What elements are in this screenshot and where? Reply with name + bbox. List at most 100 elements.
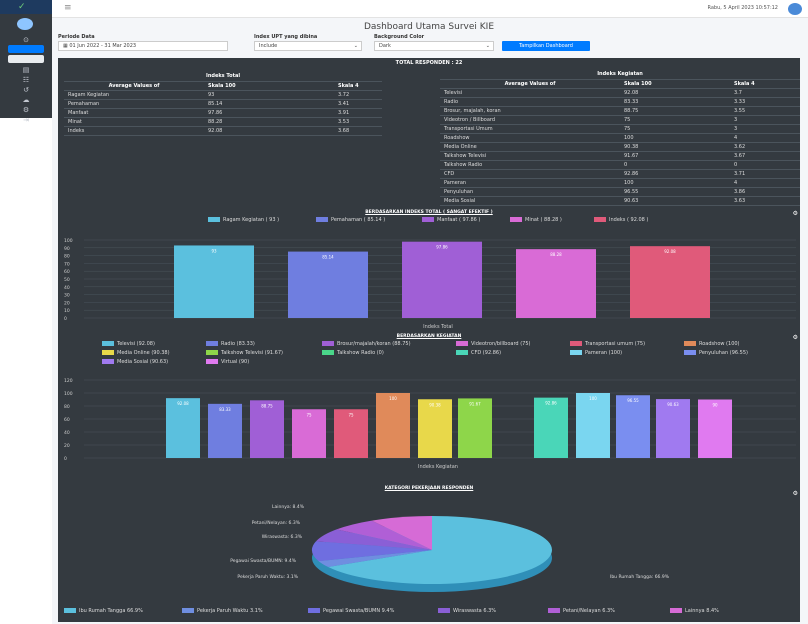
legend-item[interactable]: Indeks ( 92.08 ): [594, 217, 648, 223]
legend-swatch: [322, 350, 334, 355]
table-cell: 3.67: [730, 151, 800, 161]
cloud-icon[interactable]: ☁: [20, 96, 32, 104]
legend-label: Manfaat ( 97.86 ): [437, 217, 481, 223]
legend-item[interactable]: Lainnya 8.4%: [670, 608, 719, 614]
legend-item[interactable]: Media Sosial (90.63): [102, 359, 168, 365]
legend-item[interactable]: Pemahaman ( 85.14 ): [316, 217, 385, 223]
table-row: Pameran 100 4: [440, 178, 800, 188]
bg-color-select[interactable]: Dark ⌄: [374, 41, 494, 51]
bar[interactable]: [174, 245, 254, 318]
bar[interactable]: [458, 398, 492, 458]
bar[interactable]: [516, 249, 596, 318]
settings-icon[interactable]: ⚙: [20, 106, 32, 114]
bar[interactable]: [402, 241, 482, 318]
legend-swatch: [102, 350, 114, 355]
table-cell: 83.33: [620, 97, 730, 107]
bg-label: Background Color: [374, 34, 425, 40]
legend-swatch: [64, 608, 76, 613]
y-tick-label: 120: [64, 378, 73, 384]
upt-select[interactable]: Include ⌄: [254, 41, 362, 51]
link-icon[interactable]: ↺: [20, 86, 32, 94]
legend-item[interactable]: Manfaat ( 97.86 ): [422, 217, 480, 223]
bar[interactable]: [250, 400, 284, 458]
legend-item[interactable]: Media Online (90.38): [102, 350, 170, 356]
settings-icon[interactable]: ⚙: [793, 210, 798, 217]
upt-label: Index UPT yang dibina: [254, 34, 318, 40]
table-cell: Videotron / Billboard: [440, 115, 620, 125]
bar[interactable]: [630, 246, 710, 318]
brand-logo[interactable]: ✓: [0, 0, 52, 14]
legend-label: Ibu Rumah Tangga 66.9%: [79, 608, 143, 614]
user-avatar-icon[interactable]: [17, 18, 33, 30]
settings-icon[interactable]: ⚙: [793, 334, 798, 341]
chart-kegiatan-legend: Televisi (92.08) Radio (83.33) Brosur/maja…: [58, 341, 800, 371]
legend-item[interactable]: Penyuluhan (96.55): [684, 350, 748, 356]
legend-item[interactable]: Roadshow (100): [684, 341, 740, 347]
legend-label: Transportasi umum (75): [585, 341, 646, 347]
legend-item[interactable]: Brosur/majalah/koran (88.75): [322, 341, 411, 347]
table-cell: Televisi: [440, 88, 620, 98]
sidebar-item-selected[interactable]: [8, 55, 44, 63]
legend-label: Pegawai Swasta/BUMN 9.4%: [323, 608, 395, 614]
legend-item[interactable]: CFD (92.86): [456, 350, 501, 356]
indeks-total-title: Indeks Total: [64, 72, 382, 82]
check-icon: ✓: [18, 2, 26, 12]
legend-item[interactable]: Minat ( 88.28 ): [510, 217, 562, 223]
legend-item[interactable]: Ragam Kegiatan ( 93 ): [208, 217, 279, 223]
legend-item[interactable]: Pegawai Swasta/BUMN 9.4%: [308, 608, 394, 614]
table-icon[interactable]: ▤: [20, 66, 32, 74]
logout-icon[interactable]: ⇥: [20, 116, 32, 124]
legend-swatch: [670, 608, 682, 613]
bar[interactable]: [376, 393, 410, 458]
legend-item[interactable]: Pameran (100): [570, 350, 622, 356]
dashboard-icon[interactable]: ⊙: [20, 36, 32, 44]
table-cell: 3.33: [730, 97, 800, 107]
bar[interactable]: [698, 399, 732, 459]
responden-panel: TOTAL RESPONDEN : 22 Indeks Total Averag…: [58, 58, 800, 215]
legend-label: Indeks ( 92.08 ): [609, 217, 649, 223]
profile-avatar[interactable]: [788, 3, 802, 15]
bar[interactable]: [166, 398, 200, 458]
bar[interactable]: [208, 403, 242, 458]
pie-label: Pekerja Paruh Waktu: 3.1%: [237, 574, 298, 580]
table-cell: 0: [730, 160, 800, 170]
bar-value-label: 90.63: [667, 402, 679, 407]
bar-value-label: 92.86: [545, 401, 557, 406]
menu-toggle-icon[interactable]: ≡: [64, 3, 72, 13]
bar[interactable]: [616, 395, 650, 458]
show-dashboard-button[interactable]: Tampilkan Dashboard: [502, 41, 590, 51]
legend-item[interactable]: Pekerja Paruh Waktu 3.1%: [182, 608, 263, 614]
bar[interactable]: [418, 399, 452, 458]
y-tick-label: 0: [64, 456, 67, 462]
main-content: Dashboard Utama Survei KIE Periode Data …: [58, 18, 800, 622]
legend-item[interactable]: Videotron/billboard (75): [456, 341, 530, 347]
indeks-kegiatan-header: Average Values of: [440, 79, 620, 89]
legend-item[interactable]: Talkshow Televisi (91.67): [206, 350, 283, 356]
legend-item[interactable]: Petani/Nelayan 6.3%: [548, 608, 615, 614]
legend-item[interactable]: Wiraswasta 6.3%: [438, 608, 496, 614]
legend-item[interactable]: Televisi (92.08): [102, 341, 155, 347]
indeks-total-header: Average Values of: [64, 81, 204, 91]
bar[interactable]: [534, 397, 568, 458]
sidebar-item-active[interactable]: [8, 45, 44, 53]
bar[interactable]: [656, 399, 690, 458]
indeks-kegiatan-title: Indeks Kegiatan: [440, 70, 800, 80]
chart-total-svg: 01020304050607080901009385.1497.8688.289…: [64, 238, 796, 330]
legend-item[interactable]: Radio (83.33): [206, 341, 255, 347]
table-row: Brosur, majalah, koran 88.75 3.55: [440, 106, 800, 116]
legend-item[interactable]: Transportasi umum (75): [570, 341, 645, 347]
legend-item[interactable]: Virtual (90): [206, 359, 249, 365]
legend-label: Talkshow Televisi (91.67): [221, 350, 283, 356]
table-cell: 92.86: [620, 169, 730, 179]
table-cell: Radio: [440, 97, 620, 107]
table-cell: 97.86: [204, 108, 334, 118]
legend-item[interactable]: Talkshow Radio (0): [322, 350, 384, 356]
legend-item[interactable]: Ibu Rumah Tangga 66.9%: [64, 608, 143, 614]
table-row: Ragam Kegiatan 93 3.72: [64, 90, 382, 100]
bar-value-label: 85.14: [322, 255, 334, 260]
bar[interactable]: [576, 393, 610, 458]
bar[interactable]: [288, 251, 368, 318]
users-icon[interactable]: ☷: [20, 76, 32, 84]
table-row: Minat 88.28 3.53: [64, 117, 382, 127]
periode-input[interactable]: ▦ 01 Jun 2022 - 31 Mar 2023: [58, 41, 228, 51]
